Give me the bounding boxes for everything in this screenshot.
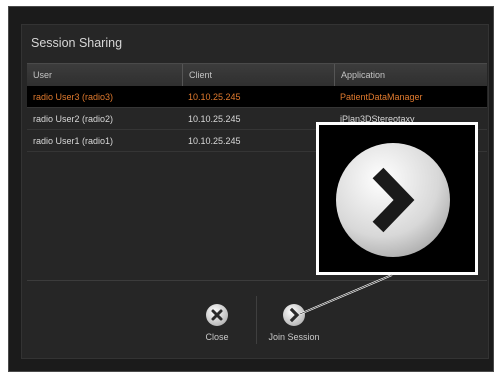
cell-client: 10.10.25.245 [188,136,241,146]
column-header-application[interactable]: Application [334,64,487,86]
dialog-title: Session Sharing [31,36,123,50]
join-session-label: Join Session [268,332,320,342]
cell-application: PatientDataManager [340,92,423,102]
close-button[interactable]: Close [195,304,239,342]
cell-user: radio User2 (radio2) [33,114,114,124]
chevron-right-icon [336,143,450,257]
close-x-icon [206,304,228,326]
chevron-right-icon [283,304,305,326]
zoom-callout [316,122,478,275]
cell-client: 10.10.25.245 [188,92,241,102]
table-header: User Client Application [27,63,487,87]
close-label: Close [205,332,229,342]
column-header-client[interactable]: Client [182,64,334,86]
join-session-button[interactable]: Join Session [262,304,326,342]
cell-user: radio User3 (radio3) [33,92,114,102]
button-divider [256,296,257,344]
cell-user: radio User1 (radio1) [33,136,114,146]
table-row[interactable]: radio User3 (radio3) 10.10.25.245 Patien… [27,86,487,108]
footer-divider [27,280,487,281]
cell-client: 10.10.25.245 [188,114,241,124]
column-header-user[interactable]: User [27,64,182,86]
